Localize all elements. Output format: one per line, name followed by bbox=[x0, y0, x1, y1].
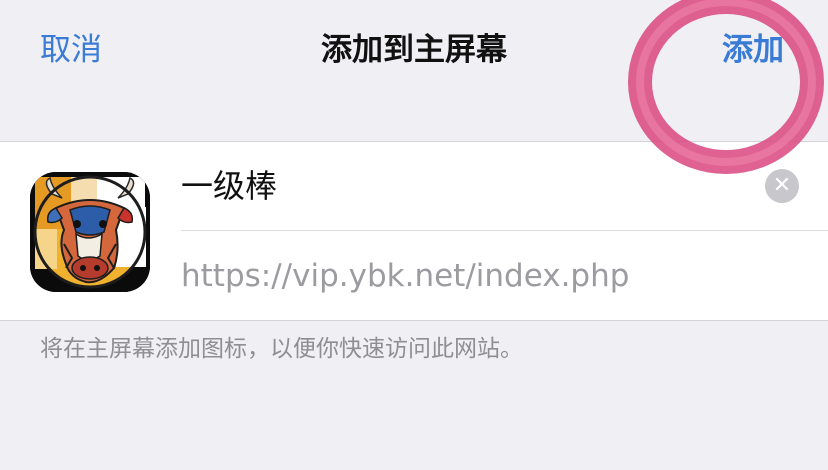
cow-portrait-icon bbox=[30, 172, 150, 292]
add-button[interactable]: 添加 bbox=[722, 28, 784, 72]
app-icon bbox=[30, 172, 150, 292]
clear-text-button[interactable]: ✕ bbox=[765, 169, 799, 203]
page-title: 添加到主屏幕 bbox=[321, 32, 507, 68]
navigation-bar: 取消 添加到主屏幕 添加 bbox=[0, 0, 828, 100]
shortcut-url: https://vip.ybk.net/index.php bbox=[181, 258, 630, 294]
footer-hint: 将在主屏幕添加图标，以便你快速访问此网站。 bbox=[40, 336, 523, 362]
shortcut-card: 一级棒 ✕ https://vip.ybk.net/index.php bbox=[0, 141, 828, 321]
clear-icon: ✕ bbox=[772, 173, 792, 198]
field-divider bbox=[181, 230, 828, 231]
shortcut-name-field[interactable]: 一级棒 bbox=[181, 164, 277, 208]
